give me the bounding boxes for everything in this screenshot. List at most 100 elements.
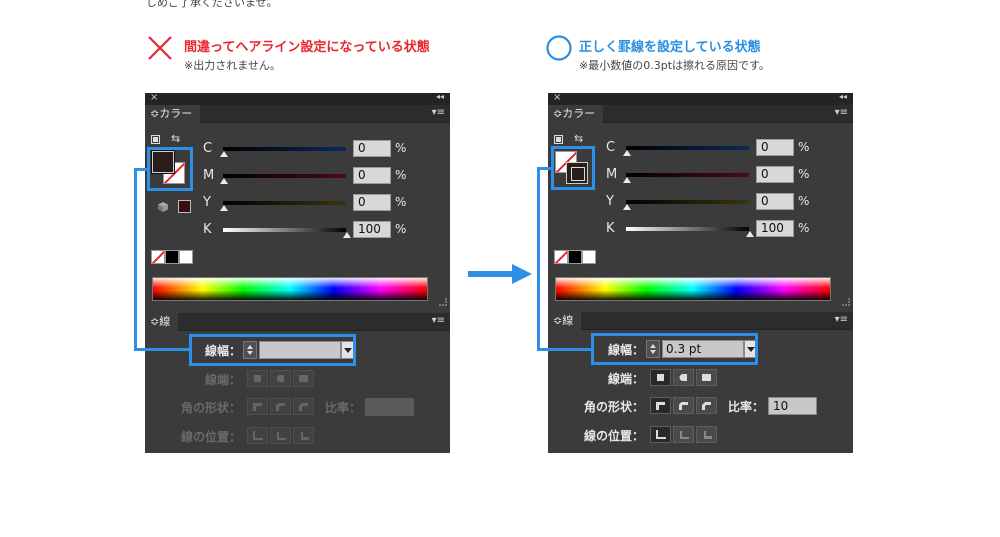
slider-thumb-y[interactable] (623, 204, 631, 210)
align-outside-icon[interactable] (293, 427, 314, 444)
align-outside-icon[interactable] (696, 426, 717, 443)
align-inside-icon[interactable] (270, 427, 291, 444)
tab-stroke[interactable]: ≎線 (145, 313, 179, 331)
slider-track-c[interactable] (626, 146, 749, 150)
slider-y: Y 0 % (606, 192, 816, 212)
align-label: 線の位置： (180, 430, 241, 444)
tab-stroke[interactable]: ≎線 (548, 312, 582, 330)
white-swatch[interactable] (179, 250, 193, 264)
value-field-y[interactable]: 0 (756, 193, 794, 210)
quick-swatches (151, 250, 195, 264)
percent-label: % (798, 167, 810, 181)
slider-label: K (606, 221, 615, 236)
slider-label: K (203, 222, 212, 237)
panel-menu-icon[interactable]: ▾≡ (432, 315, 445, 326)
fill-swatch[interactable] (151, 150, 175, 174)
slider-thumb-k[interactable] (746, 231, 754, 237)
slider-thumb-c[interactable] (623, 150, 631, 156)
stroke-weight-highlight (189, 334, 356, 366)
slider-thumb-m[interactable] (623, 177, 631, 183)
align-inside-icon[interactable] (673, 426, 694, 443)
panel-menu-icon[interactable]: ▾≡ (835, 107, 848, 118)
align-center-icon[interactable] (650, 426, 671, 443)
square-cap-icon[interactable] (293, 370, 314, 387)
percent-label: % (395, 195, 407, 209)
percent-label: % (798, 140, 810, 154)
cap-label: 線端： (204, 373, 241, 387)
slider-track-k[interactable] (223, 228, 346, 232)
panel-menu-icon[interactable]: ▾≡ (432, 107, 445, 118)
swap-colors-icon[interactable]: ⇆ (171, 132, 180, 145)
resize-grip-icon[interactable] (439, 298, 447, 306)
slider-thumb-c[interactable] (220, 151, 228, 157)
slider-k: K 100 % (606, 219, 816, 239)
value-field-m[interactable]: 0 (353, 167, 391, 184)
black-swatch[interactable] (165, 250, 179, 264)
miter-join-icon[interactable] (650, 397, 671, 414)
cube-icon[interactable] (157, 201, 169, 213)
collapse-icon[interactable]: ◂◂ (436, 92, 444, 101)
value-field-c[interactable]: 0 (353, 140, 391, 157)
fill-stroke-highlight (551, 146, 595, 190)
none-swatch[interactable] (151, 250, 165, 264)
correct-caption-title: 正しく罫線を設定している状態 (579, 40, 761, 55)
slider-track-k[interactable] (626, 227, 749, 231)
swap-colors-icon[interactable]: ⇆ (574, 132, 583, 145)
value-field-c[interactable]: 0 (756, 139, 794, 156)
bevel-join-icon[interactable] (696, 397, 717, 414)
butt-cap-icon[interactable] (650, 369, 671, 386)
miter-ratio-label: 比率： (728, 400, 765, 414)
default-colors-icon[interactable] (554, 135, 563, 144)
corner-label: 角の形状： (180, 401, 241, 415)
miter-ratio-input[interactable]: 10 (768, 397, 817, 415)
slider-thumb-y[interactable] (220, 205, 228, 211)
miter-join-icon[interactable] (247, 398, 268, 415)
bevel-join-icon[interactable] (293, 398, 314, 415)
close-icon[interactable]: × (150, 92, 158, 103)
round-cap-icon[interactable] (270, 370, 291, 387)
percent-label: % (798, 194, 810, 208)
value-field-m[interactable]: 0 (756, 166, 794, 183)
slider-c: C 0 % (203, 139, 413, 159)
corner-row: 角の形状： 比率： 10 (584, 396, 846, 416)
default-swap-icons: ⇆ (151, 132, 187, 147)
default-colors-icon[interactable] (151, 135, 160, 144)
stroke-panel-header: ≎線 ▾≡ (548, 312, 853, 330)
resize-grip-icon[interactable] (842, 298, 850, 306)
tab-color[interactable]: ≎カラー (145, 105, 201, 123)
white-swatch[interactable] (582, 250, 596, 264)
color-spectrum[interactable] (152, 277, 428, 301)
color-spectrum[interactable] (555, 277, 831, 301)
out-of-gamut-swatch[interactable] (178, 200, 191, 213)
round-join-icon[interactable] (673, 397, 694, 414)
value-field-y[interactable]: 0 (353, 194, 391, 211)
percent-label: % (395, 168, 407, 182)
round-join-icon[interactable] (270, 398, 291, 415)
slider-thumb-m[interactable] (220, 178, 228, 184)
collapse-icon[interactable]: ◂◂ (839, 92, 847, 101)
slider-label: C (606, 140, 616, 155)
panel-menu-icon[interactable]: ▾≡ (835, 314, 848, 325)
none-swatch[interactable] (554, 250, 568, 264)
value-field-k[interactable]: 100 (353, 221, 391, 238)
slider-track-c[interactable] (223, 147, 346, 151)
align-center-icon[interactable] (247, 427, 268, 444)
square-cap-icon[interactable] (696, 369, 717, 386)
butt-cap-icon[interactable] (247, 370, 268, 387)
cap-row: 線端： (608, 368, 766, 388)
slider-thumb-k[interactable] (343, 232, 351, 238)
slider-track-m[interactable] (626, 173, 749, 177)
arrow-right-icon (468, 264, 532, 284)
slider-label: C (203, 141, 213, 156)
round-cap-icon[interactable] (673, 369, 694, 386)
slider-track-y[interactable] (626, 200, 749, 204)
connector-line (537, 167, 540, 351)
tab-color[interactable]: ≎カラー (548, 105, 604, 123)
slider-track-y[interactable] (223, 201, 346, 205)
black-swatch[interactable] (568, 250, 582, 264)
slider-track-m[interactable] (223, 174, 346, 178)
close-icon[interactable]: × (553, 92, 561, 103)
miter-ratio-input[interactable] (365, 398, 414, 416)
stroke-weight-highlight (591, 333, 758, 365)
value-field-k[interactable]: 100 (756, 220, 794, 237)
